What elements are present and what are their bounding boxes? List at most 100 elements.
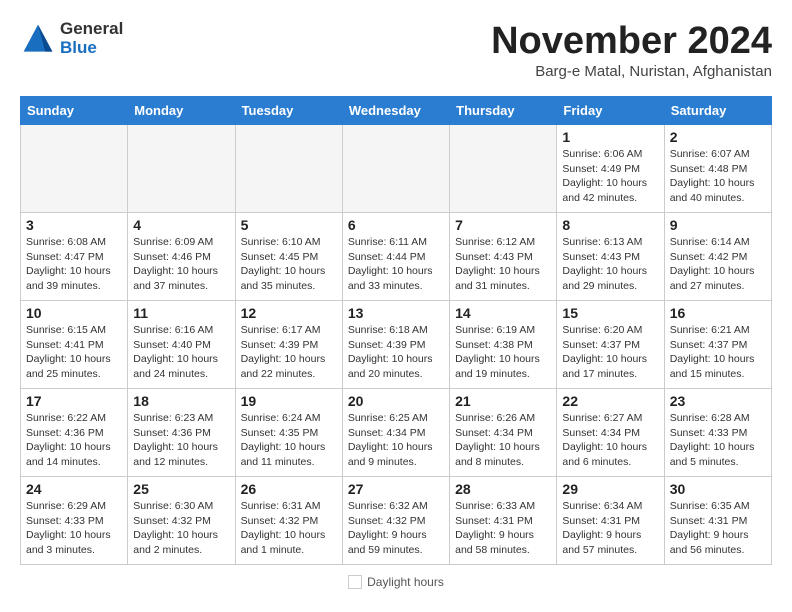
legend-box-daylight (348, 575, 362, 589)
day-cell: 26 Sunrise: 6:31 AM Sunset: 4:32 PM Dayli… (235, 477, 342, 565)
day-cell (450, 125, 557, 213)
day-info: Sunrise: 6:25 AM Sunset: 4:34 PM Dayligh… (348, 411, 444, 470)
day-cell: 22 Sunrise: 6:27 AM Sunset: 4:34 PM Dayli… (557, 389, 664, 477)
day-cell: 23 Sunrise: 6:28 AM Sunset: 4:33 PM Dayli… (664, 389, 771, 477)
day-number: 9 (670, 217, 766, 233)
week-row-2: 3Sunrise: 6:08 AM Sunset: 4:47 PM Daylig… (21, 213, 772, 301)
day-cell (21, 125, 128, 213)
day-number: 2 (670, 129, 766, 145)
day-cell: 24Sunrise: 6:29 AM Sunset: 4:33 PM Dayli… (21, 477, 128, 565)
day-info: Sunrise: 6:07 AM Sunset: 4:48 PM Dayligh… (670, 147, 766, 206)
day-cell: 11Sunrise: 6:16 AM Sunset: 4:40 PM Dayli… (128, 301, 235, 389)
day-info: Sunrise: 6:22 AM Sunset: 4:36 PM Dayligh… (26, 411, 122, 470)
day-cell: 28 Sunrise: 6:33 AM Sunset: 4:31 PM Dayli… (450, 477, 557, 565)
day-cell: 2 Sunrise: 6:07 AM Sunset: 4:48 PM Daylig… (664, 125, 771, 213)
day-info: Sunrise: 6:12 AM Sunset: 4:43 PM Dayligh… (455, 235, 551, 294)
calendar-table: SundayMondayTuesdayWednesdayThursdayFrid… (20, 96, 772, 565)
day-cell: 17 Sunrise: 6:22 AM Sunset: 4:36 PM Dayli… (21, 389, 128, 477)
day-number: 29 (562, 481, 658, 497)
day-number: 8 (562, 217, 658, 233)
header-saturday: Saturday (664, 97, 771, 125)
day-info: Sunrise: 6:16 AM Sunset: 4:40 PM Dayligh… (133, 323, 229, 382)
day-info: Sunrise: 6:28 AM Sunset: 4:33 PM Dayligh… (670, 411, 766, 470)
day-info: Sunrise: 6:14 AM Sunset: 4:42 PM Dayligh… (670, 235, 766, 294)
month-title: November 2024 (491, 20, 772, 63)
day-cell: 5 Sunrise: 6:10 AM Sunset: 4:45 PM Daylig… (235, 213, 342, 301)
header-friday: Friday (557, 97, 664, 125)
logo-blue: Blue (60, 39, 123, 58)
day-number: 22 (562, 393, 658, 409)
day-info: Sunrise: 6:20 AM Sunset: 4:37 PM Dayligh… (562, 323, 658, 382)
title-block: November 2024 Barg-e Matal, Nuristan, Af… (491, 20, 772, 80)
location: Barg-e Matal, Nuristan, Afghanistan (491, 63, 772, 80)
day-number: 4 (133, 217, 229, 233)
day-info: Sunrise: 6:29 AM Sunset: 4:33 PM Dayligh… (26, 499, 122, 558)
page-header: General Blue November 2024 Barg-e Matal,… (20, 20, 772, 80)
day-info: Sunrise: 6:21 AM Sunset: 4:37 PM Dayligh… (670, 323, 766, 382)
day-number: 15 (562, 305, 658, 321)
day-info: Sunrise: 6:33 AM Sunset: 4:31 PM Dayligh… (455, 499, 551, 558)
day-cell (128, 125, 235, 213)
day-cell: 20Sunrise: 6:25 AM Sunset: 4:34 PM Dayli… (342, 389, 449, 477)
day-number: 14 (455, 305, 551, 321)
day-number: 7 (455, 217, 551, 233)
day-cell: 3Sunrise: 6:08 AM Sunset: 4:47 PM Daylig… (21, 213, 128, 301)
day-info: Sunrise: 6:34 AM Sunset: 4:31 PM Dayligh… (562, 499, 658, 558)
week-row-5: 24Sunrise: 6:29 AM Sunset: 4:33 PM Dayli… (21, 477, 772, 565)
day-cell: 8 Sunrise: 6:13 AM Sunset: 4:43 PM Daylig… (557, 213, 664, 301)
day-number: 5 (241, 217, 337, 233)
day-number: 17 (26, 393, 122, 409)
day-number: 10 (26, 305, 122, 321)
day-cell: 21 Sunrise: 6:26 AM Sunset: 4:34 PM Dayli… (450, 389, 557, 477)
legend: Daylight hours (20, 575, 772, 589)
day-cell (342, 125, 449, 213)
day-number: 19 (241, 393, 337, 409)
day-info: Sunrise: 6:31 AM Sunset: 4:32 PM Dayligh… (241, 499, 337, 558)
day-cell: 29 Sunrise: 6:34 AM Sunset: 4:31 PM Dayli… (557, 477, 664, 565)
header-tuesday: Tuesday (235, 97, 342, 125)
day-info: Sunrise: 6:15 AM Sunset: 4:41 PM Dayligh… (26, 323, 122, 382)
day-info: Sunrise: 6:13 AM Sunset: 4:43 PM Dayligh… (562, 235, 658, 294)
day-info: Sunrise: 6:24 AM Sunset: 4:35 PM Dayligh… (241, 411, 337, 470)
day-number: 23 (670, 393, 766, 409)
day-cell: 16 Sunrise: 6:21 AM Sunset: 4:37 PM Dayli… (664, 301, 771, 389)
day-cell: 25Sunrise: 6:30 AM Sunset: 4:32 PM Dayli… (128, 477, 235, 565)
header-monday: Monday (128, 97, 235, 125)
day-cell: 4 Sunrise: 6:09 AM Sunset: 4:46 PM Daylig… (128, 213, 235, 301)
day-number: 28 (455, 481, 551, 497)
logo: General Blue (20, 20, 123, 57)
day-info: Sunrise: 6:19 AM Sunset: 4:38 PM Dayligh… (455, 323, 551, 382)
header-sunday: Sunday (21, 97, 128, 125)
week-row-4: 17 Sunrise: 6:22 AM Sunset: 4:36 PM Dayli… (21, 389, 772, 477)
day-number: 12 (241, 305, 337, 321)
calendar-header-row: SundayMondayTuesdayWednesdayThursdayFrid… (21, 97, 772, 125)
day-info: Sunrise: 6:27 AM Sunset: 4:34 PM Dayligh… (562, 411, 658, 470)
day-number: 21 (455, 393, 551, 409)
day-info: Sunrise: 6:18 AM Sunset: 4:39 PM Dayligh… (348, 323, 444, 382)
day-cell: 18Sunrise: 6:23 AM Sunset: 4:36 PM Dayli… (128, 389, 235, 477)
day-info: Sunrise: 6:09 AM Sunset: 4:46 PM Dayligh… (133, 235, 229, 294)
day-number: 6 (348, 217, 444, 233)
day-info: Sunrise: 6:06 AM Sunset: 4:49 PM Dayligh… (562, 147, 658, 206)
day-info: Sunrise: 6:32 AM Sunset: 4:32 PM Dayligh… (348, 499, 444, 558)
day-number: 16 (670, 305, 766, 321)
day-number: 18 (133, 393, 229, 409)
day-info: Sunrise: 6:26 AM Sunset: 4:34 PM Dayligh… (455, 411, 551, 470)
day-info: Sunrise: 6:35 AM Sunset: 4:31 PM Dayligh… (670, 499, 766, 558)
day-cell: 7 Sunrise: 6:12 AM Sunset: 4:43 PM Daylig… (450, 213, 557, 301)
day-cell (235, 125, 342, 213)
day-info: Sunrise: 6:17 AM Sunset: 4:39 PM Dayligh… (241, 323, 337, 382)
day-number: 30 (670, 481, 766, 497)
day-number: 13 (348, 305, 444, 321)
day-cell: 12 Sunrise: 6:17 AM Sunset: 4:39 PM Dayli… (235, 301, 342, 389)
day-number: 26 (241, 481, 337, 497)
day-cell: 14 Sunrise: 6:19 AM Sunset: 4:38 PM Dayli… (450, 301, 557, 389)
day-cell: 6Sunrise: 6:11 AM Sunset: 4:44 PM Daylig… (342, 213, 449, 301)
day-info: Sunrise: 6:10 AM Sunset: 4:45 PM Dayligh… (241, 235, 337, 294)
header-thursday: Thursday (450, 97, 557, 125)
week-row-1: 1Sunrise: 6:06 AM Sunset: 4:49 PM Daylig… (21, 125, 772, 213)
legend-item-daylight: Daylight hours (348, 575, 444, 589)
legend-label-daylight: Daylight hours (367, 575, 444, 589)
day-cell: 10 Sunrise: 6:15 AM Sunset: 4:41 PM Dayli… (21, 301, 128, 389)
day-cell: 27Sunrise: 6:32 AM Sunset: 4:32 PM Dayli… (342, 477, 449, 565)
